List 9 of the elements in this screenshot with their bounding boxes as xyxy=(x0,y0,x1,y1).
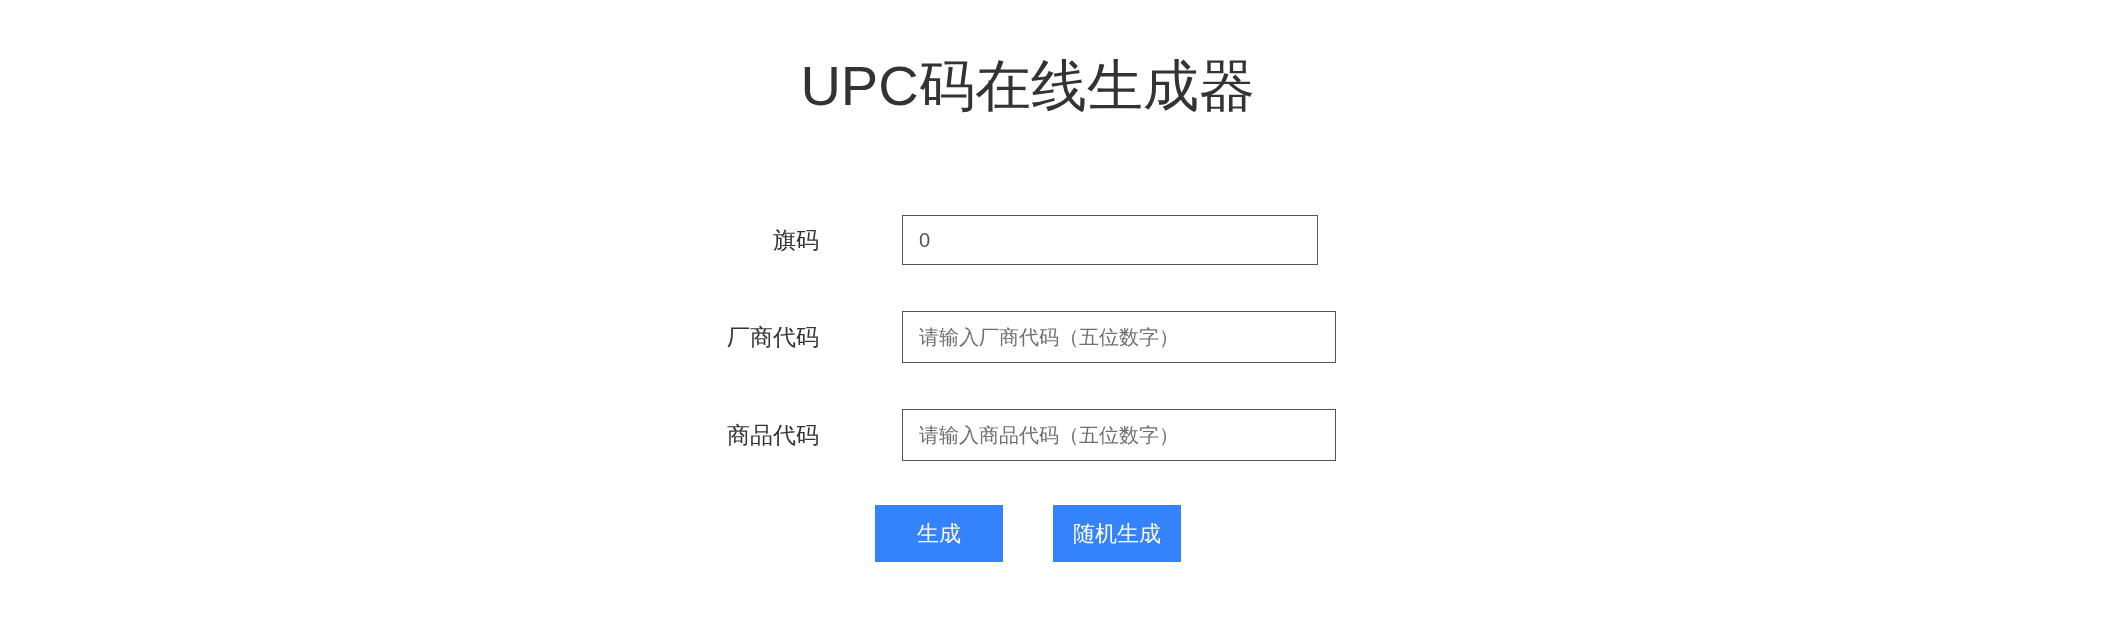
field-label: 厂商代码 xyxy=(726,323,819,352)
input-field[interactable]: 请输入商品代码（五位数字） xyxy=(902,409,1336,461)
input-field[interactable]: 0 xyxy=(902,215,1318,265)
input-field[interactable]: 请输入厂商代码（五位数字） xyxy=(902,311,1336,363)
field-label: 旗码 xyxy=(772,226,819,255)
generate-button[interactable]: 生成 xyxy=(874,505,1003,562)
random-generate-button[interactable]: 随机生成 xyxy=(1052,505,1181,562)
page-title: UPC码在线生成器 xyxy=(800,53,1255,119)
field-label: 商品代码 xyxy=(726,421,819,450)
